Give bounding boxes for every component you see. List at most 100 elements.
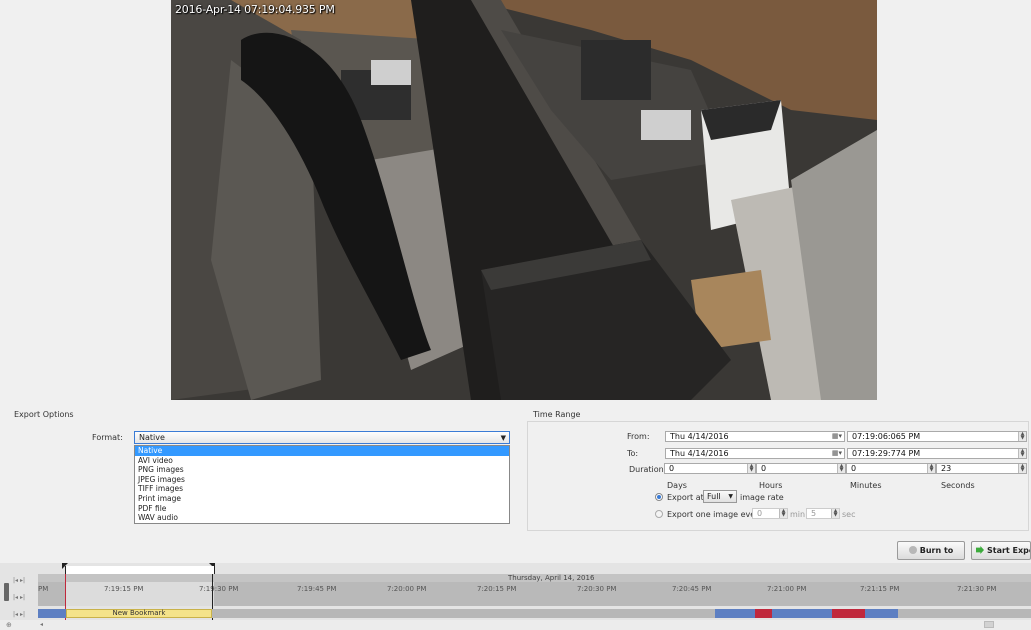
days-value: 0	[669, 464, 675, 473]
rate-suffix-label: image rate	[740, 493, 784, 502]
from-time-value: 07:19:06:065 PM	[852, 432, 921, 441]
arrow-right-icon	[976, 546, 984, 554]
recording-segment	[38, 609, 66, 618]
burn-to-disc-button[interactable]: Burn to Disc	[897, 541, 965, 572]
format-option-pdf[interactable]: PDF file	[135, 504, 509, 514]
skip-controls-icon[interactable]: |◂ ▸|	[13, 594, 25, 601]
motion-segment	[832, 609, 865, 618]
chevron-down-icon[interactable]: ▼	[501, 433, 506, 444]
timeline-date-bar: Thursday, April 14, 2016	[38, 574, 1031, 582]
hours-unit-label: Hours	[759, 481, 783, 490]
tick-label: 7:20:45 PM	[672, 585, 712, 593]
bookmark-segment[interactable]: New Bookmark	[66, 609, 212, 618]
to-date-value: Thu 4/14/2016	[670, 449, 729, 458]
radio-selected-dot	[657, 495, 661, 499]
chevron-down-icon[interactable]: ▼	[728, 491, 733, 502]
export-one-radio[interactable]	[655, 510, 663, 518]
hours-value: 0	[761, 464, 767, 473]
format-option-jpeg[interactable]: JPEG images	[135, 475, 509, 485]
tick-label: 7:19:45 PM	[297, 585, 337, 593]
camera-frame-image	[171, 0, 877, 400]
hours-spinner-icon[interactable]: ▲ ▼	[837, 464, 845, 473]
to-date-field[interactable]: Thu 4/14/2016 ▦▾	[665, 448, 845, 459]
tick-label: PM	[38, 585, 49, 593]
every-min-field[interactable]: 0 ▲ ▼	[752, 508, 788, 519]
every-min-spinner-icon[interactable]: ▲ ▼	[779, 509, 787, 518]
format-option-native[interactable]: Native	[135, 446, 509, 456]
tick-label: 7:21:15 PM	[860, 585, 900, 593]
timeline-ticks-row[interactable]: PM 7:19:15 PM 7:19:30 PM 7:19:45 PM 7:20…	[38, 582, 1031, 606]
bookmark-label: New Bookmark	[112, 609, 166, 617]
time-range-title: Time Range	[533, 410, 581, 419]
tick-label: 7:21:30 PM	[957, 585, 997, 593]
format-option-png[interactable]: PNG images	[135, 465, 509, 475]
sec-unit-label: sec	[842, 510, 856, 519]
tick-label: 7:20:30 PM	[577, 585, 617, 593]
scroll-left-icon[interactable]: ◂	[40, 621, 43, 628]
scroll-thumb[interactable]	[984, 621, 994, 628]
min-unit-label: min.	[790, 510, 808, 519]
format-label: Format:	[92, 433, 123, 442]
seconds-spinner-icon[interactable]: ▲ ▼	[1018, 464, 1026, 473]
export-at-radio[interactable]	[655, 493, 663, 501]
seconds-value: 23	[941, 464, 952, 473]
from-time-field[interactable]: 07:19:06:065 PM ▲ ▼	[847, 431, 1027, 442]
format-dropdown[interactable]: Native ▼	[134, 431, 510, 444]
rate-value: Full	[707, 492, 721, 501]
minutes-value: 0	[851, 464, 857, 473]
recording-track[interactable]: New Bookmark	[38, 609, 1031, 618]
hours-field[interactable]: 0 ▲ ▼	[756, 463, 846, 474]
days-field[interactable]: 0 ▲ ▼	[664, 463, 756, 474]
to-time-field[interactable]: 07:19:29:774 PM ▲ ▼	[847, 448, 1027, 459]
duration-label: Duration:	[629, 465, 667, 474]
timeline[interactable]: Thursday, April 14, 2016 |◂ ▸| |◂ ▸| |◂ …	[0, 563, 1031, 630]
selection-range-top[interactable]	[65, 566, 215, 574]
rate-dropdown[interactable]: Full ▼	[703, 490, 737, 503]
export-one-label: Export one image every	[667, 510, 764, 519]
days-spinner-icon[interactable]: ▲ ▼	[747, 464, 755, 473]
timeline-date-label: Thursday, April 14, 2016	[508, 574, 595, 582]
format-option-print[interactable]: Print image	[135, 494, 509, 504]
calendar-icon[interactable]: ▦▾	[832, 449, 842, 458]
disc-icon	[908, 546, 917, 554]
start-export-button[interactable]: Start Export	[971, 541, 1031, 560]
calendar-icon[interactable]: ▦▾	[832, 432, 842, 441]
camera-timestamp: 2016-Apr-14 07:19:04.935 PM	[175, 3, 335, 16]
skip-controls-icon[interactable]: |◂ ▸|	[13, 577, 25, 584]
every-sec-field[interactable]: 5 ▲ ▼	[806, 508, 840, 519]
every-sec-spinner-icon[interactable]: ▲ ▼	[831, 509, 839, 518]
motion-segment	[755, 609, 772, 618]
from-label: From:	[627, 432, 650, 441]
tick-label: 7:21:00 PM	[767, 585, 807, 593]
export-options-title: Export Options	[14, 410, 74, 419]
track-side-grip[interactable]	[4, 583, 9, 601]
to-time-value: 07:19:29:774 PM	[852, 449, 921, 458]
zoom-icon[interactable]: ⊕	[6, 621, 12, 629]
recording-segment	[715, 609, 898, 618]
timeline-scrollbar[interactable]: ⊕ ◂	[0, 620, 1031, 630]
export-at-label: Export at	[667, 493, 704, 502]
skip-controls-icon[interactable]: |◂ ▸|	[13, 611, 25, 618]
format-option-tiff[interactable]: TIFF images	[135, 484, 509, 494]
format-selected-value: Native	[139, 433, 165, 442]
tick-label: 7:20:15 PM	[477, 585, 517, 593]
every-sec-value: 5	[811, 509, 817, 518]
from-time-spinner-icon[interactable]: ▲ ▼	[1018, 432, 1026, 441]
format-option-avi[interactable]: AVI video	[135, 456, 509, 466]
tick-label: 7:19:30 PM	[199, 585, 239, 593]
from-date-value: Thu 4/14/2016	[670, 432, 729, 441]
tick-label: 7:19:15 PM	[104, 585, 144, 593]
start-export-label: Start Export	[987, 546, 1030, 555]
minutes-field[interactable]: 0 ▲ ▼	[846, 463, 936, 474]
from-date-field[interactable]: Thu 4/14/2016 ▦▾	[665, 431, 845, 442]
format-option-wav[interactable]: WAV audio	[135, 513, 509, 523]
tick-label: 7:20:00 PM	[387, 585, 427, 593]
camera-video-view[interactable]: 2016-Apr-14 07:19:04.935 PM	[171, 0, 877, 400]
to-label: To:	[627, 449, 639, 458]
days-unit-label: Days	[667, 481, 687, 490]
seconds-unit-label: Seconds	[941, 481, 975, 490]
format-options-list[interactable]: Native AVI video PNG images JPEG images …	[134, 445, 510, 524]
minutes-spinner-icon[interactable]: ▲ ▼	[927, 464, 935, 473]
seconds-field[interactable]: 23 ▲ ▼	[936, 463, 1027, 474]
to-time-spinner-icon[interactable]: ▲ ▼	[1018, 449, 1026, 458]
